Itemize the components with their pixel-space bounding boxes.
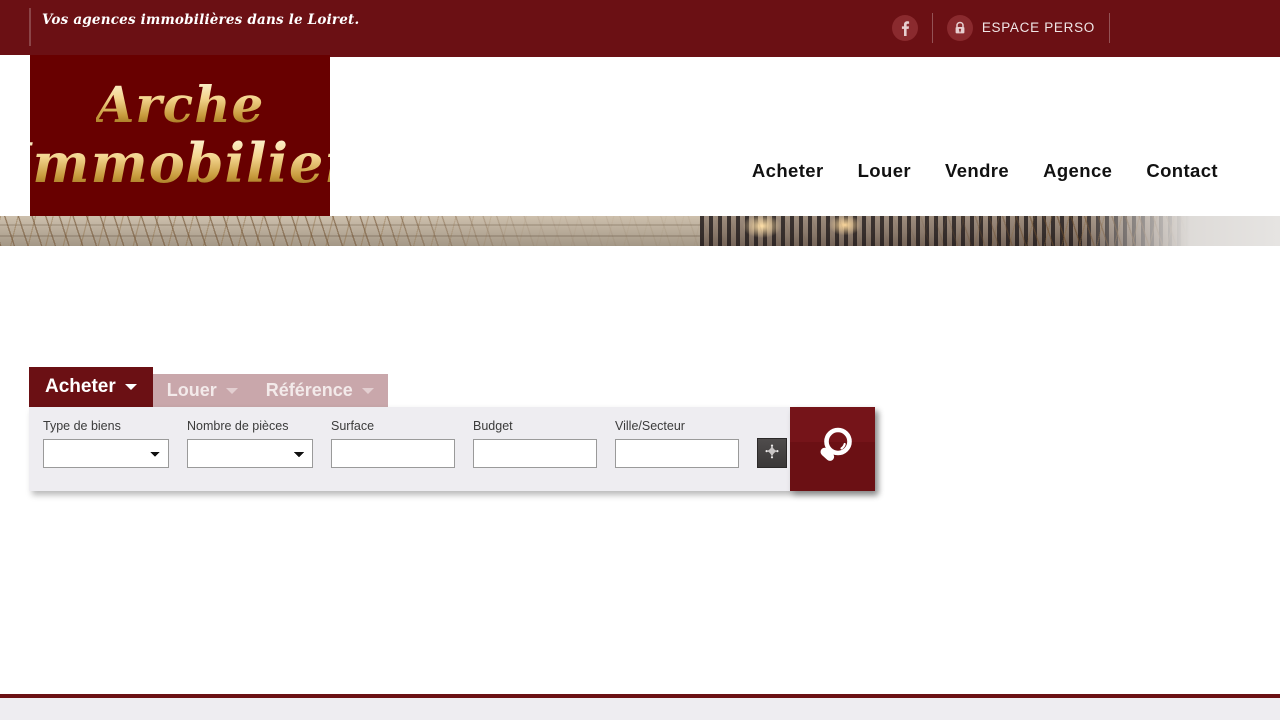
nav-item-agence[interactable]: Agence [1026, 160, 1129, 182]
lock-icon [946, 14, 973, 41]
tab-reference[interactable]: Référence [251, 374, 388, 407]
topbar-right-group: ESPACE PERSO [891, 0, 1280, 55]
location-star-icon[interactable] [757, 438, 787, 468]
nav-item-contact[interactable]: Contact [1129, 160, 1235, 182]
page-root: Vos agences immobilières dans le Loiret. [0, 0, 1280, 720]
site-logo[interactable]: Arche Immobilier [30, 55, 330, 216]
label-budget: Budget [473, 419, 513, 433]
search-submit-button[interactable] [790, 407, 875, 491]
tab-reference-label: Référence [265, 380, 353, 400]
magnifier-icon [820, 427, 852, 461]
topbar-divider [29, 8, 31, 46]
chevron-down-icon [361, 387, 374, 394]
footer-area [0, 698, 1280, 720]
main-navigation: Acheter Louer Vendre Agence Contact [735, 160, 1235, 182]
logo-line-arche: Arche [95, 75, 265, 135]
field-surface: Surface [331, 419, 455, 468]
facebook-icon[interactable] [891, 14, 918, 41]
label-ville-secteur: Ville/Secteur [615, 419, 685, 433]
tab-louer-label: Louer [166, 380, 217, 400]
input-ville-secteur[interactable] [615, 439, 739, 468]
nav-item-louer[interactable]: Louer [841, 160, 928, 182]
field-type-de-biens: Type de biens [43, 419, 169, 468]
espace-perso-label: ESPACE PERSO [981, 20, 1095, 35]
field-nombre-de-pieces: Nombre de pièces [187, 419, 313, 468]
topbar-separator-1 [931, 12, 933, 43]
hero-banner [0, 216, 1280, 246]
top-bar: Vos agences immobilières dans le Loiret. [0, 0, 1280, 55]
tab-acheter-label: Acheter [45, 376, 116, 397]
select-nombre-de-pieces[interactable] [187, 439, 313, 468]
select-type-de-biens[interactable] [43, 439, 169, 468]
search-panel: Type de biens Nombre de pièces Surface B… [29, 407, 875, 491]
label-nombre-de-pieces: Nombre de pièces [187, 419, 289, 433]
nav-item-acheter[interactable]: Acheter [735, 160, 841, 182]
input-surface[interactable] [331, 439, 455, 468]
header-rule [330, 55, 1280, 57]
chevron-down-icon [225, 387, 238, 394]
nav-item-vendre[interactable]: Vendre [928, 160, 1026, 182]
tab-louer[interactable]: Louer [152, 374, 252, 407]
hero-right-fade [1080, 216, 1280, 246]
espace-perso-link[interactable]: ESPACE PERSO [946, 14, 1095, 41]
tab-acheter[interactable]: Acheter [29, 367, 153, 407]
label-type-de-biens: Type de biens [43, 419, 121, 433]
chevron-down-icon [124, 384, 137, 390]
site-tagline: Vos agences immobilières dans le Loiret. [42, 12, 360, 28]
input-budget[interactable] [473, 439, 597, 468]
property-search-widget: Acheter Louer Référence Type de biens No… [29, 367, 875, 492]
field-budget: Budget [473, 419, 597, 468]
search-tabs: Acheter Louer Référence [29, 367, 388, 407]
field-ville-secteur: Ville/Secteur [615, 419, 739, 468]
logo-line-immobilier: Immobilier [30, 136, 330, 191]
search-fields: Type de biens Nombre de pièces Surface B… [29, 407, 787, 468]
label-surface: Surface [331, 419, 375, 433]
topbar-separator-2 [1109, 12, 1110, 43]
